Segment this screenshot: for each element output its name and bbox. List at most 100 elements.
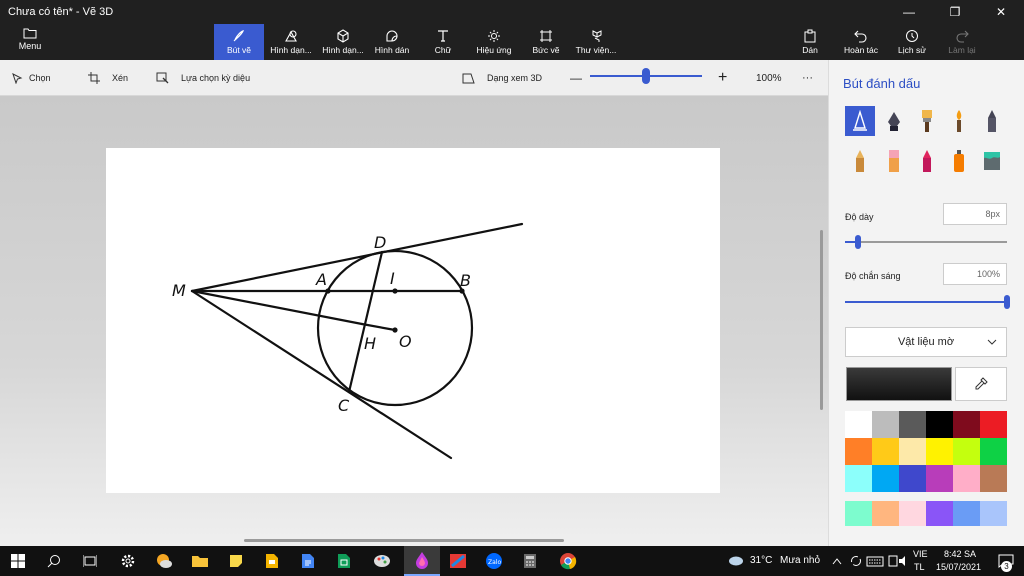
redo-button[interactable]: Làm lại xyxy=(944,24,980,60)
tool-canvas[interactable]: Bức vẽ xyxy=(526,24,566,60)
current-color-swatch[interactable] xyxy=(846,367,952,401)
brush-calligraphy-pen[interactable] xyxy=(879,106,909,136)
file-explorer-app[interactable] xyxy=(182,546,218,576)
weather-app[interactable] xyxy=(146,546,182,576)
color-swatch[interactable] xyxy=(953,465,980,492)
eyedropper-button[interactable] xyxy=(955,367,1007,401)
color-swatch[interactable] xyxy=(926,465,953,492)
color-swatch[interactable] xyxy=(953,438,980,465)
zalo-icon: Zalo xyxy=(486,553,502,569)
color-swatch[interactable] xyxy=(899,438,926,465)
custom-color-swatch[interactable] xyxy=(926,501,953,526)
sticky-notes-app[interactable] xyxy=(218,546,254,576)
color-swatch[interactable] xyxy=(953,411,980,438)
keyboard-icon[interactable] xyxy=(866,556,884,567)
material-dropdown[interactable]: Vật liệu mờ xyxy=(845,327,1007,357)
clock-date[interactable]: 15/07/2021 xyxy=(936,562,981,572)
thickness-slider-track[interactable] xyxy=(845,241,1007,243)
color-swatch[interactable] xyxy=(845,465,872,492)
vertical-scrollbar[interactable] xyxy=(820,230,823,410)
tool-3d-library[interactable]: Thư viện... xyxy=(572,24,620,60)
undo-button[interactable]: Hoàn tác xyxy=(840,24,882,60)
color-swatch[interactable] xyxy=(926,438,953,465)
select-button[interactable]: Chọn xyxy=(12,60,51,96)
clock-time[interactable]: 8:42 SA xyxy=(944,549,976,559)
brush-marker[interactable] xyxy=(845,106,875,136)
docs-app[interactable] xyxy=(290,546,326,576)
history-button[interactable]: Lịch sử xyxy=(894,24,930,60)
horizontal-scrollbar[interactable] xyxy=(244,539,564,542)
color-swatch[interactable] xyxy=(980,438,1007,465)
color-swatch[interactable] xyxy=(872,438,899,465)
settings-app[interactable] xyxy=(110,546,146,576)
chrome-app[interactable] xyxy=(550,546,586,576)
eraser-icon xyxy=(889,150,899,172)
calculator-app[interactable] xyxy=(512,546,548,576)
paint-3d-app[interactable] xyxy=(404,546,440,576)
task-view-button[interactable] xyxy=(72,546,108,576)
thickness-slider-thumb[interactable] xyxy=(854,235,861,249)
opacity-slider-thumb[interactable] xyxy=(1004,295,1010,309)
opacity-input[interactable]: 100% xyxy=(943,263,1007,285)
crop-button[interactable]: Xén xyxy=(88,60,128,96)
input-language[interactable]: VIE xyxy=(913,549,928,559)
opacity-slider-track[interactable] xyxy=(845,301,1007,303)
brush-pencil[interactable] xyxy=(845,146,875,176)
network-icon[interactable] xyxy=(888,555,898,567)
custom-color-swatch[interactable] xyxy=(953,501,980,526)
thickness-input[interactable]: 8px xyxy=(943,203,1007,225)
zoom-out-button[interactable]: — xyxy=(570,60,582,96)
tool-2d-shapes[interactable]: Hình dạn... xyxy=(266,24,316,60)
drawing-canvas[interactable]: M A I B D H O C xyxy=(106,148,720,493)
3d-view-toggle[interactable]: Dạng xem 3D xyxy=(462,60,542,96)
magic-select-button[interactable]: Lựa chọn kỳ diệu xyxy=(156,60,250,96)
brush-fill[interactable] xyxy=(977,146,1007,176)
brush-crayon[interactable] xyxy=(912,146,942,176)
more-options-button[interactable]: ··· xyxy=(802,60,813,96)
search-button[interactable] xyxy=(36,546,72,576)
brush-oil[interactable] xyxy=(912,106,942,136)
brush-spray-can[interactable] xyxy=(944,146,974,176)
paint-app[interactable] xyxy=(364,546,400,576)
color-swatch[interactable] xyxy=(872,465,899,492)
brush-watercolor[interactable] xyxy=(944,106,974,136)
chevron-up-icon[interactable] xyxy=(832,557,842,565)
custom-color-swatch[interactable] xyxy=(845,501,872,526)
maximize-button[interactable]: ❐ xyxy=(932,0,978,24)
3d-view-icon xyxy=(462,73,475,83)
snip-app[interactable] xyxy=(440,546,476,576)
custom-color-swatch[interactable] xyxy=(980,501,1007,526)
color-swatch[interactable] xyxy=(926,411,953,438)
custom-color-swatch[interactable] xyxy=(872,501,899,526)
color-swatch[interactable] xyxy=(899,465,926,492)
tool-brushes[interactable]: Bút vẽ xyxy=(214,24,264,60)
color-swatch[interactable] xyxy=(899,411,926,438)
brush-eraser[interactable] xyxy=(879,146,909,176)
color-swatch[interactable] xyxy=(845,438,872,465)
slides-app[interactable] xyxy=(254,546,290,576)
tool-stickers[interactable]: Hình dán xyxy=(370,24,414,60)
tool-text[interactable]: Chữ xyxy=(424,24,462,60)
paste-button[interactable]: Dán xyxy=(796,24,824,60)
sheets-app[interactable] xyxy=(326,546,362,576)
volume-icon[interactable] xyxy=(898,555,910,567)
tool-3d-shapes[interactable]: Hình dạn... xyxy=(318,24,368,60)
color-swatch[interactable] xyxy=(980,411,1007,438)
zoom-in-button[interactable]: + xyxy=(718,60,727,96)
sync-icon[interactable] xyxy=(850,555,862,567)
minimize-button[interactable]: — xyxy=(886,0,932,24)
close-button[interactable]: ✕ xyxy=(978,0,1024,24)
zalo-app[interactable]: Zalo xyxy=(476,546,512,576)
zoom-slider-thumb[interactable] xyxy=(642,68,650,84)
tool-label: Hình dán xyxy=(374,45,410,55)
label-h: H xyxy=(364,334,376,353)
color-swatch[interactable] xyxy=(872,411,899,438)
color-swatch[interactable] xyxy=(980,465,1007,492)
input-method[interactable]: TL xyxy=(914,562,925,572)
menu-button[interactable]: Menu xyxy=(8,27,52,57)
color-swatch[interactable] xyxy=(845,411,872,438)
start-button[interactable] xyxy=(0,546,36,576)
custom-color-swatch[interactable] xyxy=(899,501,926,526)
brush-pixel-pen[interactable] xyxy=(977,106,1007,136)
tool-effects[interactable]: Hiệu ứng xyxy=(472,24,516,60)
